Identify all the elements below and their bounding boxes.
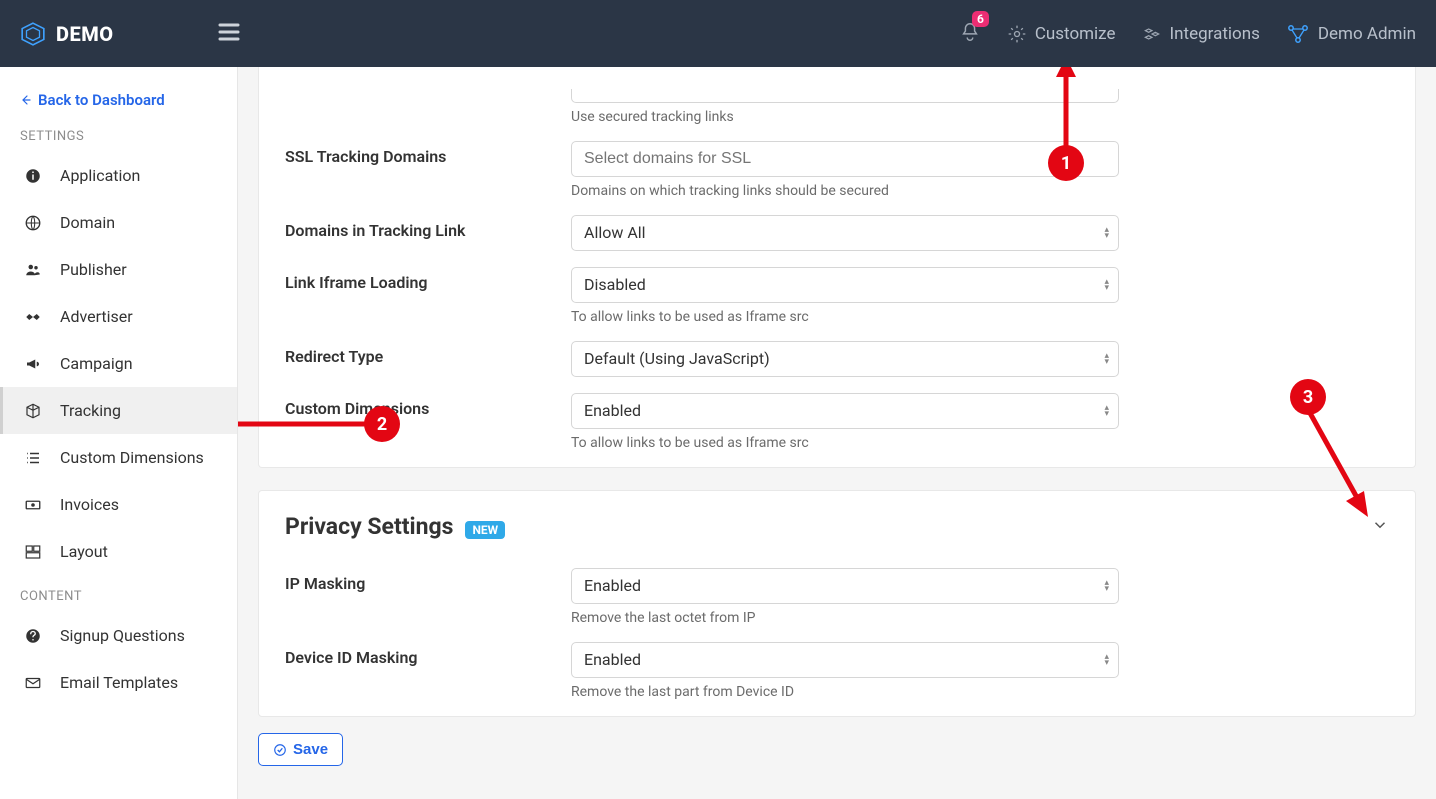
user-menu[interactable]: Demo Admin — [1286, 22, 1416, 46]
field-ssl-domains: SSL Tracking Domains Domains on which tr… — [285, 131, 1389, 205]
question-icon — [24, 627, 42, 645]
notification-badge: 6 — [972, 11, 989, 27]
sidebar-section-settings: SETTINGS — [0, 115, 237, 152]
iframe-select[interactable]: Disabled — [571, 267, 1119, 303]
sidebar-item-application[interactable]: Application — [0, 152, 237, 199]
annotation-marker-2: 2 — [364, 406, 400, 442]
check-circle-icon — [273, 743, 287, 757]
device-masking-select[interactable]: Enabled — [571, 642, 1119, 678]
back-label: Back to Dashboard — [38, 91, 165, 109]
logo-icon — [20, 21, 46, 47]
customize-link[interactable]: Customize — [1007, 24, 1116, 44]
field-ssl-top: Use secured tracking links — [285, 89, 1389, 131]
field-device-masking: Device ID Masking Enabled ▴▾ Remove the … — [285, 632, 1389, 706]
ssl-tracking-select-partial[interactable] — [571, 89, 1119, 103]
menu-hamburger-icon[interactable] — [215, 20, 243, 48]
sidebar-item-label: Tracking — [60, 401, 121, 420]
device-help: Remove the last part from Device ID — [571, 684, 1119, 700]
layout-icon — [24, 543, 42, 561]
sidebar-item-custom-dimensions[interactable]: Custom Dimensions — [0, 434, 237, 481]
integrations-label: Integrations — [1170, 24, 1260, 44]
save-button[interactable]: Save — [258, 733, 343, 766]
network-icon — [1286, 22, 1310, 46]
privacy-title: Privacy Settings — [285, 513, 453, 540]
ssl-domains-help: Domains on which tracking links should b… — [571, 183, 1119, 199]
sidebar-item-label: Signup Questions — [60, 626, 185, 645]
annotation-arrow-1 — [1046, 67, 1086, 152]
ip-help: Remove the last octet from IP — [571, 610, 1119, 626]
custom-dim-select[interactable]: Enabled — [571, 393, 1119, 429]
field-iframe: Link Iframe Loading Disabled ▴▾ To allow… — [285, 257, 1389, 331]
money-icon — [24, 496, 42, 514]
sidebar-item-tracking[interactable]: Tracking — [0, 387, 237, 434]
info-icon — [24, 167, 42, 185]
new-badge: NEW — [465, 521, 505, 539]
arrow-left-icon — [20, 94, 32, 106]
users-icon — [24, 261, 42, 279]
topbar: DEMO 6 Customize Integrations Demo Admin — [0, 0, 1436, 67]
sidebar-item-label: Email Templates — [60, 673, 178, 692]
sidebar-section-content: CONTENT — [0, 575, 237, 612]
ssl-domains-label: SSL Tracking Domains — [285, 141, 571, 166]
field-ip-masking: IP Masking Enabled ▴▾ Remove the last oc… — [285, 558, 1389, 632]
sidebar-item-label: Application — [60, 166, 140, 185]
sidebar-item-campaign[interactable]: Campaign — [0, 340, 237, 387]
custom-dim-help: To allow links to be used as Iframe src — [571, 435, 1119, 451]
sidebar-item-email-templates[interactable]: Email Templates — [0, 659, 237, 706]
annotation-arrow-2 — [238, 412, 373, 436]
tracking-panel: Use secured tracking links SSL Tracking … — [258, 67, 1416, 468]
ssl-domains-input[interactable] — [571, 141, 1119, 177]
list-icon — [24, 449, 42, 467]
field-redirect: Redirect Type Default (Using JavaScript)… — [285, 331, 1389, 383]
main-content: Use secured tracking links SSL Tracking … — [238, 67, 1436, 799]
sidebar-item-label: Invoices — [60, 495, 119, 514]
redirect-label: Redirect Type — [285, 341, 571, 366]
sidebar-item-layout[interactable]: Layout — [0, 528, 237, 575]
annotation-marker-1: 1 — [1048, 145, 1084, 181]
sidebar-item-label: Layout — [60, 542, 108, 561]
field-domains-link: Domains in Tracking Link Allow All ▴▾ — [285, 205, 1389, 257]
ip-label: IP Masking — [285, 568, 571, 593]
envelope-icon — [24, 674, 42, 692]
domains-link-select[interactable]: Allow All — [571, 215, 1119, 251]
sidebar-item-label: Domain — [60, 213, 115, 232]
device-label: Device ID Masking — [285, 642, 571, 667]
globe-icon — [24, 214, 42, 232]
privacy-panel: Privacy Settings NEW IP Masking Enabled … — [258, 490, 1416, 717]
user-label: Demo Admin — [1318, 24, 1416, 44]
domains-link-label: Domains in Tracking Link — [285, 215, 571, 240]
annotation-marker-3: 3 — [1290, 379, 1326, 415]
ip-masking-select[interactable]: Enabled — [571, 568, 1119, 604]
sidebar-item-label: Custom Dimensions — [60, 448, 204, 467]
privacy-title-wrap: Privacy Settings NEW — [285, 513, 505, 540]
back-to-dashboard-link[interactable]: Back to Dashboard — [0, 85, 237, 115]
customize-label: Customize — [1035, 24, 1116, 44]
field-custom-dimensions: Custom Dimensions Enabled ▴▾ To allow li… — [285, 383, 1389, 457]
sidebar-item-label: Publisher — [60, 260, 127, 279]
sidebar-item-advertiser[interactable]: Advertiser — [0, 293, 237, 340]
sidebar-item-domain[interactable]: Domain — [0, 199, 237, 246]
logo-text: DEMO — [56, 22, 114, 46]
iframe-label: Link Iframe Loading — [285, 267, 571, 292]
sidebar-item-label: Advertiser — [60, 307, 133, 326]
sidebar-item-invoices[interactable]: Invoices — [0, 481, 237, 528]
sidebar-item-label: Campaign — [60, 354, 133, 373]
handshake-icon — [24, 308, 42, 326]
bullhorn-icon — [24, 355, 42, 373]
annotation-arrow-3 — [1304, 407, 1384, 527]
sidebar-item-publisher[interactable]: Publisher — [0, 246, 237, 293]
ssl-help-top: Use secured tracking links — [571, 109, 1119, 125]
iframe-help: To allow links to be used as Iframe src — [571, 309, 1119, 325]
cubes-icon — [1142, 24, 1162, 44]
integrations-link[interactable]: Integrations — [1142, 24, 1260, 44]
sidebar: Back to Dashboard SETTINGS Application D… — [0, 67, 238, 799]
gear-icon — [1007, 24, 1027, 44]
save-label: Save — [293, 741, 328, 758]
cube-icon — [24, 402, 42, 420]
redirect-select[interactable]: Default (Using JavaScript) — [571, 341, 1119, 377]
logo[interactable]: DEMO — [20, 21, 215, 47]
notifications-button[interactable]: 6 — [959, 21, 981, 47]
sidebar-item-signup-questions[interactable]: Signup Questions — [0, 612, 237, 659]
topbar-right: 6 Customize Integrations Demo Admin — [959, 21, 1416, 47]
